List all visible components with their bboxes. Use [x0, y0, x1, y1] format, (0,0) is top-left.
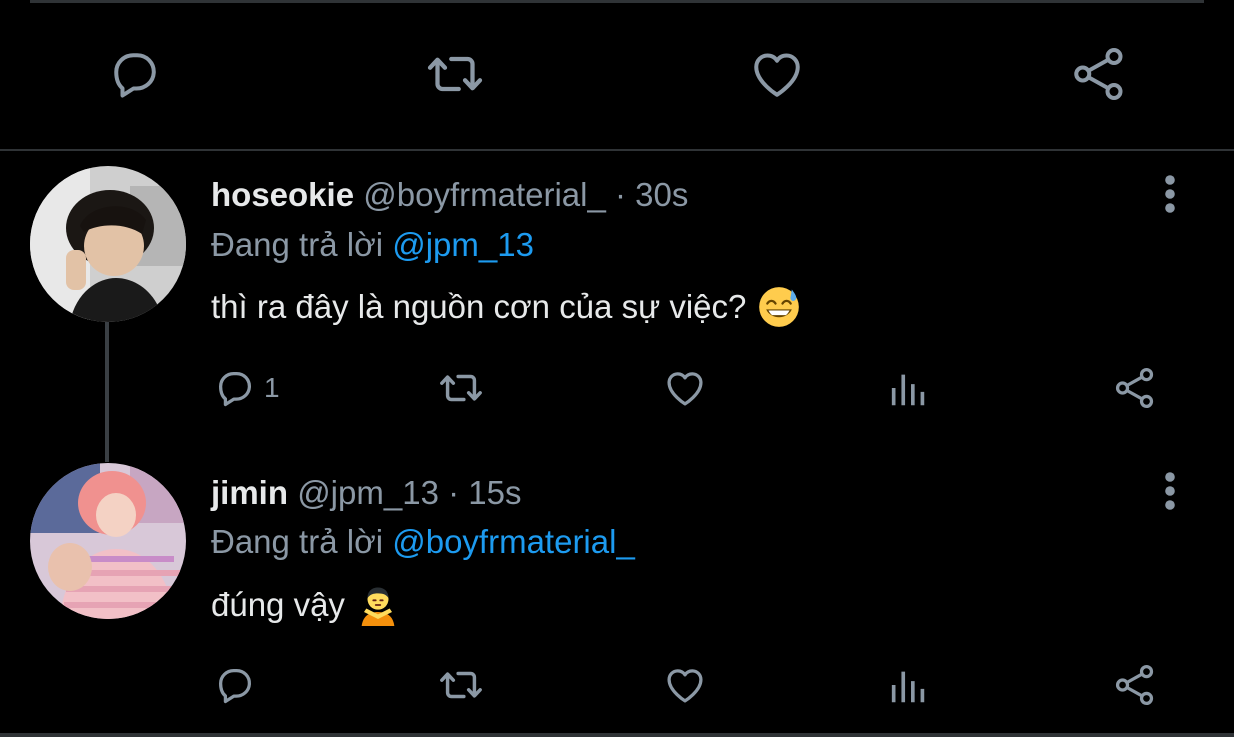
- vertical-dots-icon: [1165, 175, 1175, 213]
- speech-bubble-icon: [218, 668, 252, 704]
- avatar-hoseokie[interactable]: [30, 166, 186, 322]
- heart-icon: [667, 372, 703, 406]
- user-handle[interactable]: @boyfrmaterial_: [363, 176, 606, 213]
- avatar-jimin[interactable]: [30, 463, 186, 619]
- reply-button[interactable]: [212, 659, 264, 711]
- retweet-icon: [427, 56, 483, 92]
- replying-to-label: Đang trả lời: [211, 226, 384, 263]
- bar-chart-icon: [891, 374, 925, 406]
- retweet-button[interactable]: [438, 362, 484, 414]
- heart-icon: [754, 53, 800, 97]
- reply-button[interactable]: 1: [212, 362, 280, 414]
- retweet-icon: [440, 374, 482, 402]
- tweet-header: jimin @jpm_13 · 15s: [211, 473, 521, 513]
- replying-to: Đang trả lời @jpm_13: [211, 225, 534, 265]
- reply-count: 1: [264, 372, 280, 403]
- share-button[interactable]: [1067, 42, 1131, 106]
- top-divider: [30, 0, 1204, 3]
- tweet-actions: [0, 659, 1234, 711]
- vertical-dots-icon: [1165, 472, 1175, 510]
- user-handle[interactable]: @jpm_13: [297, 474, 439, 511]
- timestamp[interactable]: 15s: [468, 474, 521, 511]
- avatar-photo-jimin: [30, 463, 186, 619]
- share-icon: [1115, 367, 1154, 409]
- main-tweet-actions: [0, 42, 1234, 112]
- reply-mention-link[interactable]: @boyfrmaterial_: [392, 523, 635, 560]
- reply-mention-link[interactable]: @jpm_13: [392, 226, 534, 263]
- like-button[interactable]: [745, 42, 809, 106]
- tweet-text: đúng vậy: [211, 584, 399, 626]
- tweet-header: hoseokie @boyfrmaterial_ · 30s: [211, 175, 688, 215]
- grinning-sweat-emoji-icon: [759, 287, 800, 327]
- separator-dot: ·: [448, 474, 460, 511]
- display-name[interactable]: hoseokie: [211, 176, 354, 213]
- person-gesturing-no-emoji-icon: [361, 587, 395, 626]
- more-options-button[interactable]: [1150, 172, 1190, 216]
- bottom-divider: [0, 733, 1234, 737]
- share-button[interactable]: [1112, 659, 1158, 711]
- speech-bubble-icon: [218, 371, 252, 407]
- analytics-button[interactable]: [886, 659, 932, 711]
- retweet-button[interactable]: [423, 42, 487, 106]
- separator-dot: ·: [615, 176, 626, 213]
- analytics-button[interactable]: [886, 362, 932, 414]
- heart-icon: [667, 669, 703, 703]
- bar-chart-icon: [891, 671, 925, 703]
- retweet-icon: [440, 671, 482, 699]
- retweet-button[interactable]: [438, 659, 484, 711]
- like-button[interactable]: [662, 362, 708, 414]
- share-icon: [1074, 48, 1123, 100]
- more-options-button[interactable]: [1150, 469, 1190, 513]
- like-button[interactable]: [662, 659, 708, 711]
- tweet-body: đúng vậy: [211, 586, 345, 623]
- display-name[interactable]: jimin: [211, 474, 288, 511]
- share-icon: [1115, 664, 1154, 706]
- tweet-actions: 1: [0, 362, 1234, 414]
- timestamp[interactable]: 30s: [635, 176, 688, 213]
- reply-button[interactable]: [103, 42, 167, 106]
- share-button[interactable]: [1112, 362, 1158, 414]
- avatar-photo-hoseokie: [30, 166, 186, 322]
- section-divider: [0, 149, 1234, 151]
- speech-bubble-icon: [114, 53, 156, 98]
- tweet-body: thì ra đây là nguồn cơn của sự việc?: [211, 288, 747, 325]
- tweet-text: thì ra đây là nguồn cơn của sự việc?: [211, 286, 800, 328]
- replying-to-label: Đang trả lời: [211, 523, 384, 560]
- replying-to: Đang trả lời @boyfrmaterial_: [211, 522, 635, 562]
